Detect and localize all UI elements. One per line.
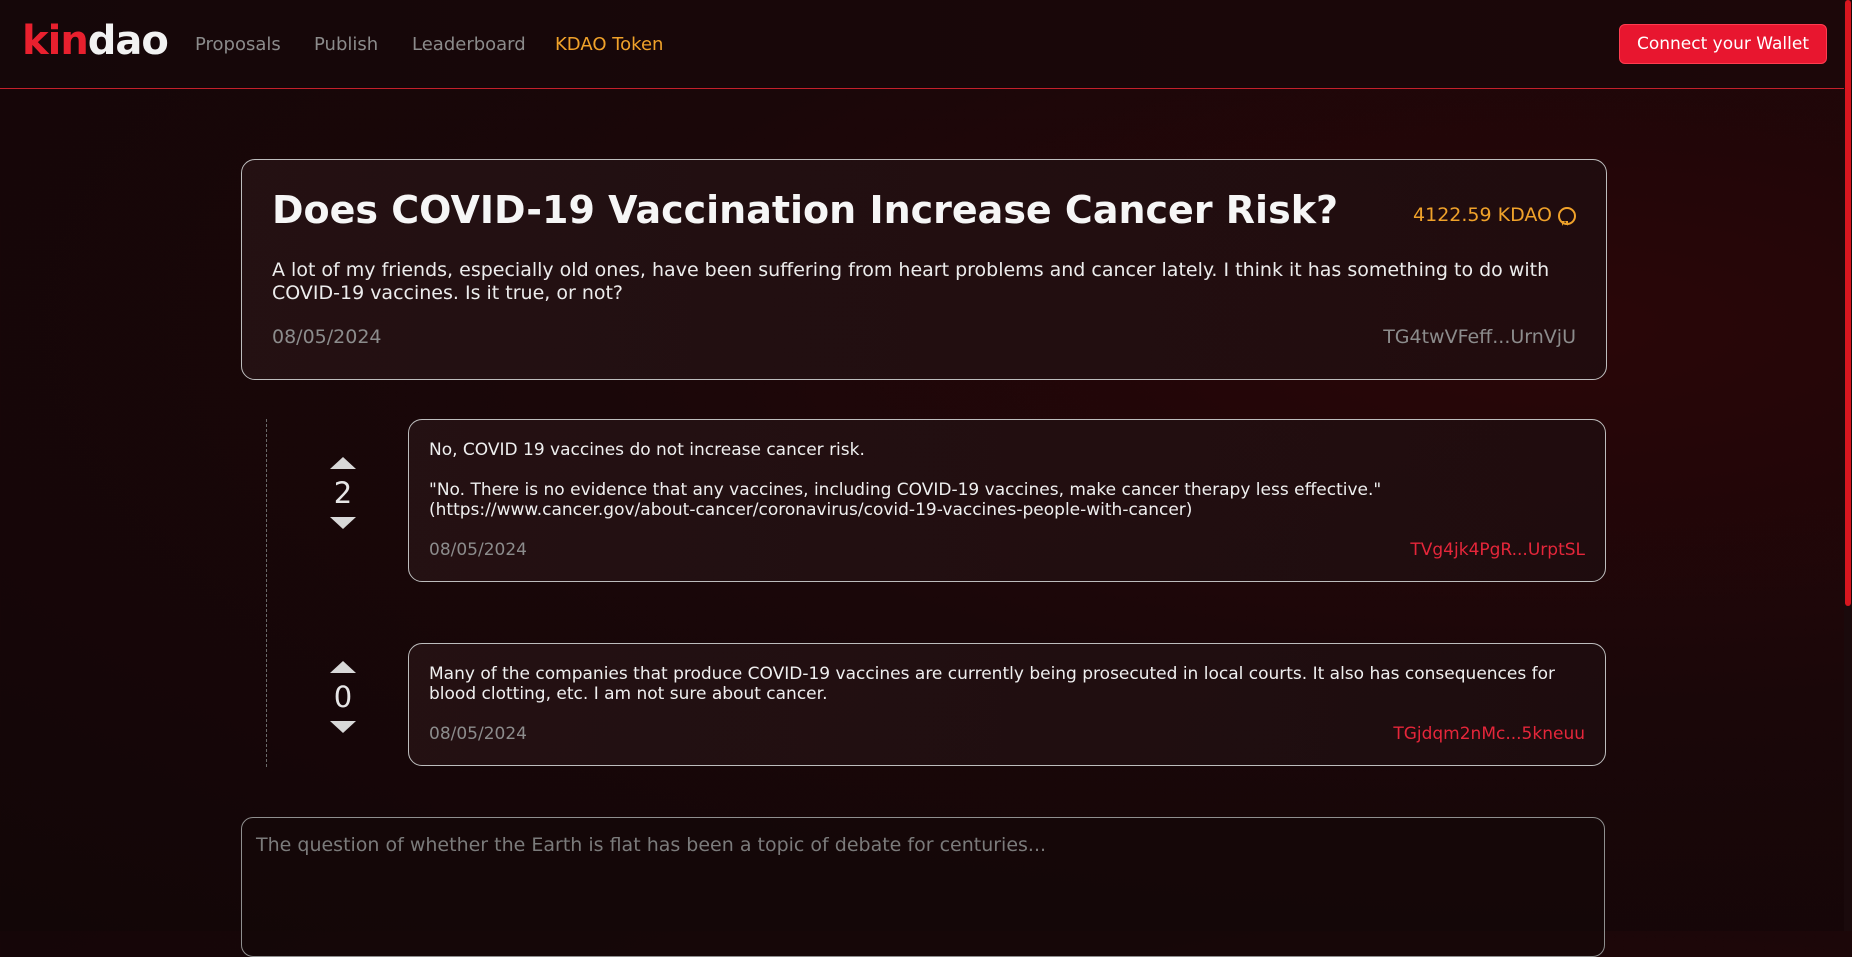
bounty-amount: 4122.59 KDAO bbox=[1413, 204, 1552, 226]
answer-date: 08/05/2024 bbox=[429, 540, 527, 560]
nav-leaderboard[interactable]: Leaderboard bbox=[412, 34, 526, 55]
downvote-arrow-icon[interactable] bbox=[330, 517, 356, 529]
question-card: Does COVID-19 Vaccination Increase Cance… bbox=[241, 159, 1607, 380]
award-icon bbox=[1558, 206, 1576, 226]
question-date: 08/05/2024 bbox=[272, 326, 382, 348]
answer-card: No, COVID 19 vaccines do not increase ca… bbox=[408, 419, 1606, 582]
question-title: Does COVID-19 Vaccination Increase Cance… bbox=[272, 188, 1339, 232]
scrollbar-thumb[interactable] bbox=[1845, 0, 1851, 606]
answer-text-line: No, COVID 19 vaccines do not increase ca… bbox=[429, 440, 865, 460]
upvote-arrow-icon[interactable] bbox=[330, 661, 356, 673]
answer-author[interactable]: TVg4jk4PgR...UrptSL bbox=[1410, 540, 1585, 560]
logo-kin: kin bbox=[22, 18, 89, 64]
answer-card: Many of the companies that produce COVID… bbox=[408, 643, 1606, 766]
reply-input[interactable] bbox=[241, 817, 1605, 957]
vote-widget: 2 bbox=[324, 457, 362, 529]
answer-date: 08/05/2024 bbox=[429, 724, 527, 744]
question-bounty: 4122.59 KDAO bbox=[1413, 204, 1576, 226]
answer-text-quote: "No. There is no evidence that any vacci… bbox=[429, 480, 1382, 500]
downvote-arrow-icon[interactable] bbox=[330, 721, 356, 733]
logo-dao: dao bbox=[87, 18, 169, 64]
thread-divider bbox=[266, 419, 267, 767]
question-body: A lot of my friends, especially old ones… bbox=[272, 259, 1550, 304]
kindao-logo[interactable]: kindao bbox=[22, 18, 169, 64]
answer-author[interactable]: TGjdqm2nMc...5kneuu bbox=[1393, 724, 1585, 744]
answer-text: Many of the companies that produce COVID… bbox=[429, 664, 1555, 704]
vote-widget: 0 bbox=[324, 661, 362, 733]
question-author[interactable]: TG4twVFeff...UrnVjU bbox=[1383, 326, 1576, 348]
vote-count: 2 bbox=[333, 476, 353, 510]
nav-kdao-token[interactable]: KDAO Token bbox=[555, 34, 663, 55]
answer-text-link[interactable]: (https://www.cancer.gov/about-cancer/cor… bbox=[429, 500, 1579, 520]
upvote-arrow-icon[interactable] bbox=[330, 457, 356, 469]
nav-proposals[interactable]: Proposals bbox=[195, 34, 281, 55]
top-navigation-bar: kindao Proposals Publish Leaderboard KDA… bbox=[0, 0, 1852, 89]
connect-wallet-button[interactable]: Connect your Wallet bbox=[1619, 24, 1827, 64]
nav-publish[interactable]: Publish bbox=[314, 34, 378, 55]
vote-count: 0 bbox=[333, 680, 353, 714]
